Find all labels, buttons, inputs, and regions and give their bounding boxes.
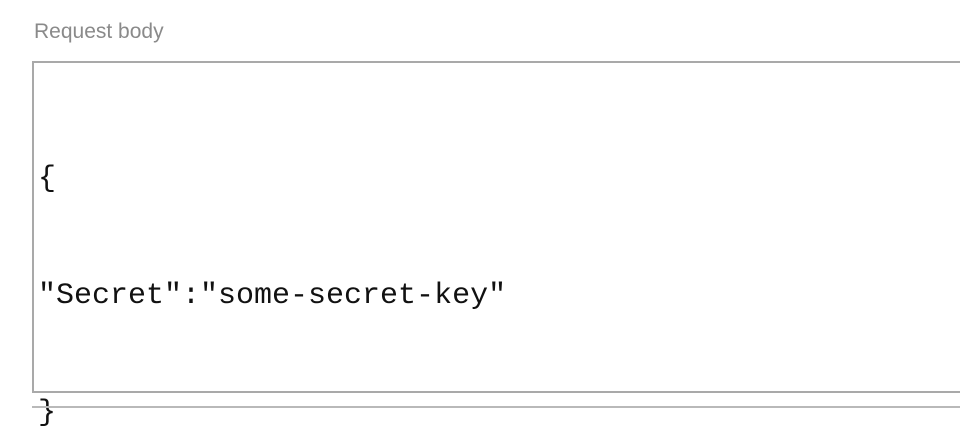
- request-body-label: Request body: [34, 20, 164, 43]
- code-line-secret: "Secret":"some-secret-key": [38, 279, 507, 313]
- code-line-close-brace: }: [38, 396, 57, 430]
- section-divider: [32, 406, 960, 408]
- code-line-open-brace: {: [38, 162, 57, 196]
- request-body-panel: Request body { "Secret":"some-secret-key…: [0, 0, 960, 438]
- request-body-textarea[interactable]: { "Secret":"some-secret-key" }: [32, 61, 960, 430]
